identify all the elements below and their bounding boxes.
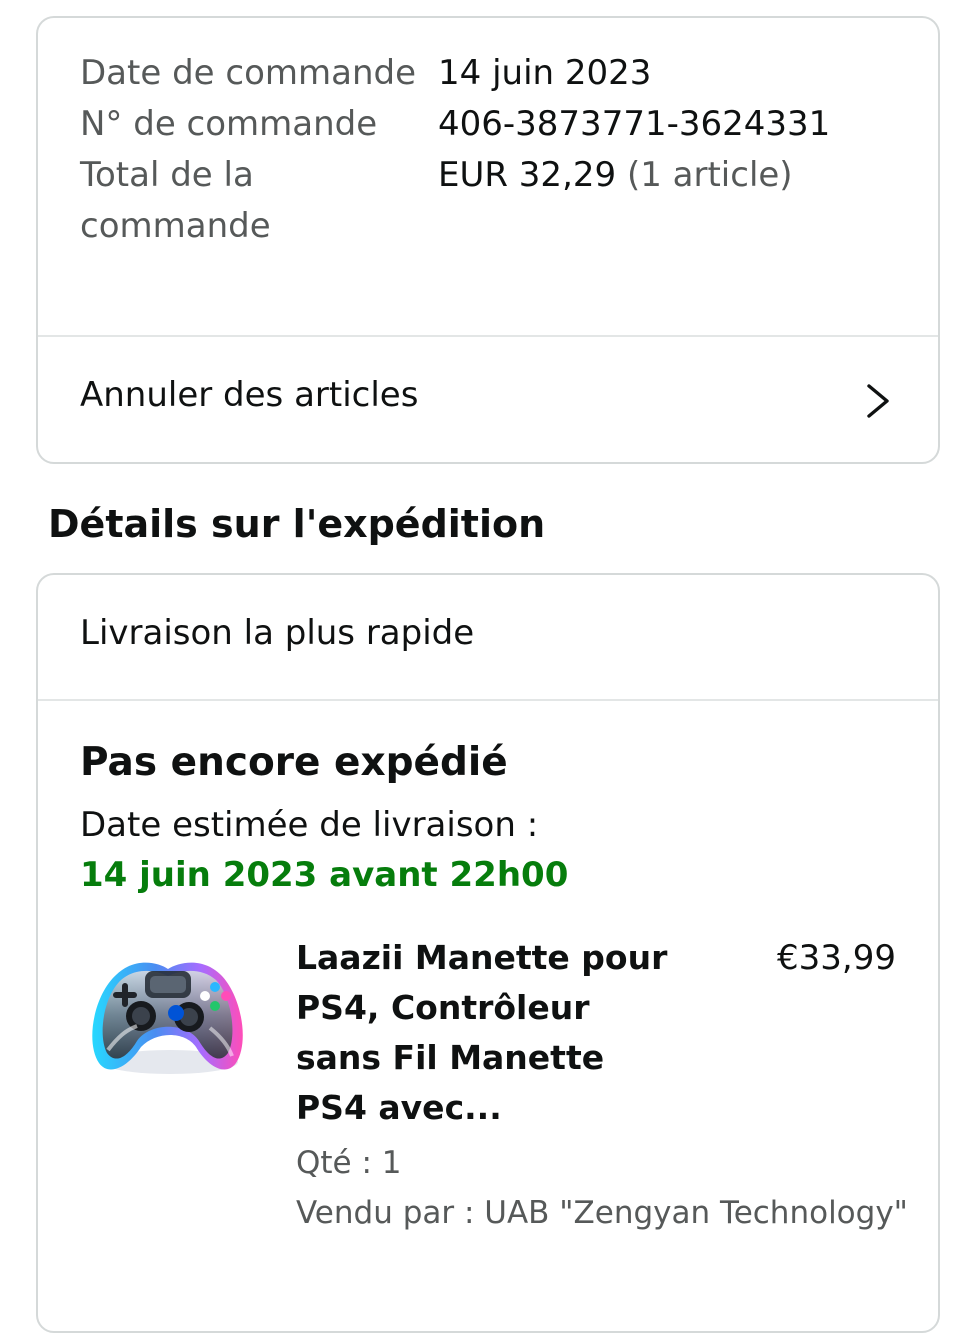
estimated-delivery-label: Date estimée de livraison : <box>80 805 539 845</box>
order-total-label: Total de la commande <box>80 155 271 246</box>
product-quantity: Qté : 1 <box>296 1145 402 1181</box>
order-total-row: Total de la commande EUR 32,29 (1 articl… <box>80 150 918 252</box>
shipment-status: Pas encore expédié <box>80 740 508 785</box>
order-total-value: EUR 32,29 (1 article) <box>438 150 793 252</box>
shipping-section-title: Détails sur l'expédition <box>48 502 546 546</box>
order-item-count: (1 article) <box>626 155 793 195</box>
order-date-value: 14 juin 2023 <box>438 53 652 93</box>
product-seller: Vendu par : UAB "Zengyan Technology" <box>296 1195 908 1231</box>
order-number-row: N° de commande 406-3873771-3624331 <box>80 99 918 150</box>
game-controller-image[interactable] <box>78 937 258 1087</box>
order-date-row: Date de commande 14 juin 2023 <box>80 48 918 99</box>
delivery-type: Livraison la plus rapide <box>80 613 475 653</box>
order-number-label: N° de commande <box>80 104 378 144</box>
chevron-right-icon <box>867 384 889 418</box>
order-summary-card: Date de commande 14 juin 2023 N° de comm… <box>36 16 940 464</box>
order-summary: Date de commande 14 juin 2023 N° de comm… <box>80 48 918 252</box>
estimated-delivery-date: 14 juin 2023 avant 22h00 <box>80 855 569 895</box>
shipment-card-divider <box>38 699 938 701</box>
order-date-label: Date de commande <box>80 53 416 93</box>
shipment-card: Livraison la plus rapide Pas encore expé… <box>36 573 940 1333</box>
order-total-amount: EUR 32,29 <box>438 155 617 195</box>
product-title[interactable]: Laazii Manette pour PS4, Contrôleur sans… <box>296 933 676 1133</box>
order-number-value: 406-3873771-3624331 <box>438 104 831 144</box>
product-price: €33,99 <box>777 938 896 978</box>
cancel-items-button[interactable]: Annuler des articles <box>38 337 938 462</box>
cancel-items-label: Annuler des articles <box>80 375 419 415</box>
